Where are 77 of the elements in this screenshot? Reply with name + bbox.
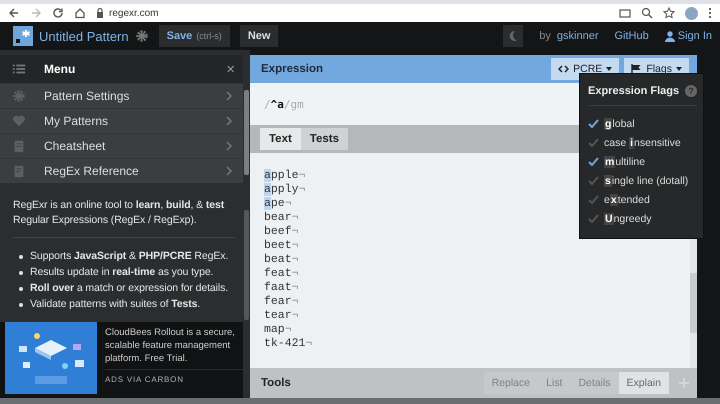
menu-item[interactable]: Pattern Settings [0,83,243,108]
logo-icon[interactable] [13,26,33,46]
menu-item[interactable]: RegEx Reference [0,158,243,183]
chevron-icon [225,141,233,151]
bullet-dot [19,270,23,274]
chevron-icon [225,91,233,101]
gear-icon[interactable] [134,29,149,43]
theme-button[interactable] [503,25,524,47]
tab[interactable]: Tests [300,128,348,150]
menu-item[interactable]: Cheatsheet [0,133,243,158]
reload-icon[interactable] [52,7,64,19]
text-line: beat¬ [264,253,299,267]
more-icon[interactable] [708,7,712,19]
expression-field[interactable]: /^a/gm [264,98,304,110]
home-icon[interactable] [74,7,86,19]
flag-option[interactable]: extended [588,190,697,209]
text-line: fear¬ [264,295,299,309]
moon-icon [508,30,518,42]
zoom-icon[interactable] [641,7,653,19]
clipboard-icon [12,139,26,153]
author-link[interactable]: gskinner [556,30,598,42]
pattern-title[interactable]: Untitled Pattern [39,28,129,44]
flag-option[interactable]: multiline [588,152,697,171]
tool-tab[interactable]: Explain [618,372,669,394]
feature-text: Results update in real-time as you type. [30,265,214,280]
chevron-icon [225,116,233,126]
text-line: tear¬ [264,309,299,323]
menu-item[interactable]: My Patterns [0,108,243,133]
feature-text: Roll over a match or expression for details. [30,281,228,296]
user-icon [664,30,675,42]
menu-title: Menu [44,62,76,76]
tab[interactable]: Text [260,128,301,150]
github-link[interactable]: GitHub [614,30,649,42]
code-icon [558,65,570,73]
scrollbar-thumb[interactable] [244,90,249,175]
tools-title: Tools [261,377,292,389]
new-button[interactable]: New [240,25,278,47]
by-label: by [539,30,551,42]
caret-icon [676,67,682,71]
cast-icon[interactable] [619,7,631,19]
sign-in-link[interactable]: Sign In [664,30,712,42]
heart-icon [12,114,26,128]
text-line: tk-421¬ [264,337,312,351]
text-line: ape¬ [264,197,292,211]
text-line: feat¬ [264,267,299,281]
menu-icon [12,62,26,76]
ad-text[interactable]: CloudBees Rollout is a secure, scalable feature management platform. Free Trial. [105,326,243,365]
menu-title: Expression Flags [588,84,680,96]
text-line: bear¬ [264,211,299,225]
expression-title: Expression [261,63,324,75]
star-icon[interactable] [663,7,675,19]
back-icon[interactable] [8,7,20,19]
text-line: beef¬ [264,225,299,239]
address-field[interactable]: regexr.com [109,8,158,18]
text-line: map¬ [264,323,292,337]
close-button[interactable]: × [226,60,235,78]
gear-icon [12,89,26,103]
flag-option[interactable]: case insensitive [588,133,697,152]
document-icon [12,164,26,178]
scrollbar-thumb[interactable] [690,273,697,333]
intro-text: RegExr is an online tool to learn, build, & test Regular Expressions (RegEx / RegExp). [13,198,235,238]
text-line: faat¬ [264,281,299,295]
caret-icon [606,67,612,71]
feature-text: Supports JavaScript & PHP/PCRE RegEx. [30,249,228,264]
lock-icon [96,7,104,19]
bullet-dot [19,286,23,290]
text-line: apple¬ [264,169,306,183]
flag-option[interactable]: global [588,114,697,133]
feature-text: Validate patterns with suites of Tests. [30,297,200,312]
chevron-icon [225,166,233,176]
flag-option[interactable]: single line (dotall) [588,171,697,190]
bullet-dot [19,254,23,258]
text-line: beet¬ [264,239,299,253]
save-button[interactable]: Save (ctrl-s) [158,25,230,47]
text-line: apply¬ [264,183,306,197]
flag-option[interactable]: Ungreedy [588,209,697,228]
bullet-dot [19,302,23,306]
